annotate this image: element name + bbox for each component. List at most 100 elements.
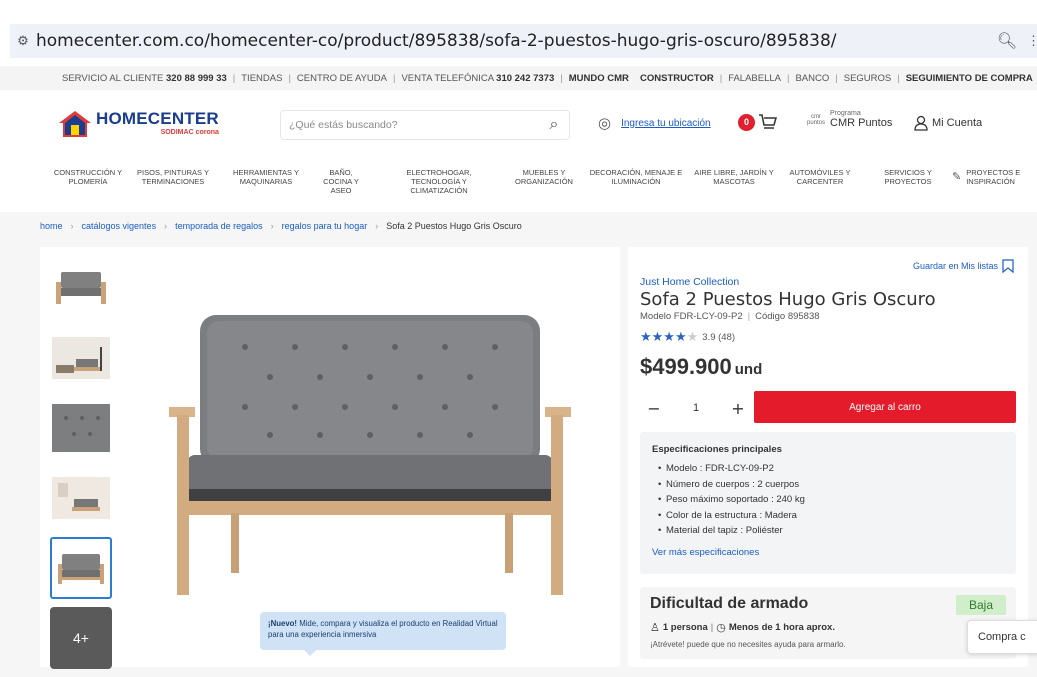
cart-count-badge: 0 <box>738 113 755 131</box>
location-pin-icon: ◎ <box>598 115 612 132</box>
specs-list: Modelo : FDR-LCY-09-P2 Número de cuerpos… <box>652 461 1004 539</box>
help-center-link[interactable]: CENTRO DE AYUDA <box>297 73 387 84</box>
spec-item: Modelo : FDR-LCY-09-P2 <box>658 461 1004 477</box>
category-automoviles[interactable]: AUTOMÓVILES Y CARCENTER <box>780 168 860 186</box>
divider: | <box>787 72 790 84</box>
category-pisos[interactable]: PISOS, PINTURAS Y TERMINACIONES <box>134 168 212 186</box>
cmr-puntos-icon: cmr puntos <box>806 113 825 126</box>
quantity-value[interactable]: 1 <box>693 402 699 414</box>
assembly-heading: Dificultad de armado <box>650 595 809 612</box>
assembly-difficulty: Dificultad de armado Baja ♙ 1 persona | … <box>640 587 1016 659</box>
thumbnail-2[interactable] <box>50 327 112 389</box>
house-logo-icon <box>59 111 91 137</box>
category-electrohogar[interactable]: ELECTROHOGAR, TECNOLOGÍA Y CLIMATIZACIÓN <box>404 168 474 195</box>
seguros-link[interactable]: SEGUROS <box>844 73 892 84</box>
thumbnail-1[interactable] <box>50 257 112 319</box>
category-construccion[interactable]: CONSTRUCCIÓN Y PLOMERÍA <box>50 168 126 186</box>
ar-banner-strong: ¡Nuevo! <box>268 619 298 628</box>
ar-banner[interactable]: ¡Nuevo! Mide, compara y visualiza el pro… <box>260 612 506 656</box>
mundo-cmr-link[interactable]: MUNDO CMR <box>569 73 629 84</box>
program-label: Programa <box>830 110 861 117</box>
add-to-cart-button[interactable]: Agregar al carro <box>754 391 1016 423</box>
divider: | <box>710 622 714 633</box>
spec-item: Color de la estructura : Madera <box>658 508 1004 524</box>
category-muebles[interactable]: MUEBLES Y ORGANIZACIÓN <box>508 168 580 186</box>
chevron-right-icon: › <box>270 221 274 231</box>
cmr-points-text: Programa CMR Puntos <box>830 110 892 129</box>
customer-service-link[interactable]: SERVICIO AL CLIENTE 320 88 999 33 <box>62 73 227 84</box>
product-price: $499.900 und <box>640 354 762 380</box>
thumbnail-4[interactable] <box>50 467 112 529</box>
zoom-icon[interactable]: 🔍︎ <box>987 31 1027 51</box>
sofa-front-thumbnail-image <box>58 554 104 584</box>
category-proyectos-label: PROYECTOS E INSPIRACIÓN <box>966 168 1021 186</box>
quantity-decrease-button[interactable]: − <box>640 394 668 422</box>
product-info-panel: Guardar en Mis listas Just Home Collecti… <box>628 247 1028 667</box>
brand-link[interactable]: Just Home Collection <box>640 276 739 288</box>
product-gallery: 4+ ¡Nuevo! Mide, compara y visualiza el … <box>40 247 620 669</box>
location-selector[interactable]: ◎ Ingresa tu ubicación <box>598 114 711 132</box>
constructor-link[interactable]: CONSTRUCTOR <box>640 73 714 84</box>
assembly-note: ¡Atrévete! puede que no necesites ayuda … <box>650 640 846 649</box>
thumbnail-5-selected[interactable] <box>50 537 112 599</box>
cart-icon <box>759 114 777 129</box>
category-aire-libre[interactable]: AIRE LIBRE, JARDÍN Y MASCOTAS <box>694 168 774 186</box>
save-to-list-button[interactable]: Guardar en Mis listas <box>913 259 1014 273</box>
cmr-points-link[interactable]: cmr puntos Programa CMR Puntos <box>806 110 892 129</box>
location-link[interactable]: Ingresa tu ubicación <box>621 118 711 129</box>
banco-link[interactable]: BANCO <box>795 73 829 84</box>
category-servicios[interactable]: SERVICIOS Y PROYECTOS <box>880 168 936 186</box>
category-proyectos[interactable]: ✎ PROYECTOS E INSPIRACIÓN <box>952 168 1036 186</box>
main-specs: Especificaciones principales Modelo : FD… <box>640 432 1016 574</box>
category-herramientas[interactable]: HERRAMIENTAS Y MAQUINARIAS <box>228 168 304 186</box>
rating-value: 3.9 <box>702 331 716 343</box>
thumbnail-3[interactable] <box>50 397 112 459</box>
user-icon <box>914 115 928 131</box>
more-specs-link[interactable]: Ver más especificaciones <box>652 547 1004 558</box>
spec-item: Material del tapiz : Poliéster <box>658 523 1004 539</box>
search-input[interactable] <box>281 119 539 131</box>
logo-subtitle: SODIMAC corona <box>160 129 219 136</box>
browser-url-bar[interactable]: ⚙ homecenter.com.co/homecenter-co/produc… <box>10 24 1037 58</box>
breadcrumb-temporada[interactable]: temporada de regalos <box>175 221 263 231</box>
specs-heading: Especificaciones principales <box>652 444 782 455</box>
compare-floating-button[interactable]: Compra c <box>967 620 1037 654</box>
order-tracking-link[interactable]: SEGUIMIENTO DE COMPRA <box>906 73 1033 84</box>
category-bano[interactable]: BAÑO, COCINA Y ASEO <box>318 168 364 195</box>
bookmark-icon <box>1002 259 1014 273</box>
phone-sales-number: 310 242 7373 <box>496 72 555 84</box>
cart-button[interactable]: 0 <box>738 113 778 131</box>
assembly-people: 1 persona <box>662 622 708 633</box>
url-text[interactable]: homecenter.com.co/homecenter-co/product/… <box>36 31 987 51</box>
category-decoracion[interactable]: DECORACIÓN, MENAJE E ILUMINACIÓN <box>588 168 684 186</box>
divider: | <box>719 72 723 84</box>
falabella-link[interactable]: FALABELLA <box>728 73 781 84</box>
divider: | <box>897 72 900 84</box>
phone-sales-link[interactable]: VENTA TELEFÓNICA 310 242 7373 <box>401 73 554 84</box>
homecenter-logo[interactable]: HOMECENTER SODIMAC corona <box>58 110 219 138</box>
site-info-icon[interactable]: ⚙ <box>10 33 36 49</box>
breadcrumb: home › catálogos vigentes › temporada de… <box>40 221 522 231</box>
spec-item: Número de cuerpos : 2 cuerpos <box>658 477 1004 493</box>
rating-summary[interactable]: ★★★★★ 3.9 (48) <box>640 329 735 345</box>
breadcrumb-regalos-hogar[interactable]: regalos para tu hogar <box>282 221 368 231</box>
account-button[interactable]: Mi Cuenta <box>914 115 982 131</box>
breadcrumb-catalogos[interactable]: catálogos vigentes <box>82 221 157 231</box>
sofa-main-image[interactable] <box>165 307 585 607</box>
program-name: CMR Puntos <box>830 117 893 129</box>
chevron-right-icon: › <box>164 221 168 231</box>
product-codes: Modelo FDR-LCY-09-P2 | Código 895838 <box>640 311 820 322</box>
sofa-thumbnail-image <box>56 272 106 304</box>
more-images-button[interactable]: 4+ <box>50 607 112 669</box>
search-icon[interactable]: ⌕ <box>539 116 569 134</box>
stores-link[interactable]: TIENDAS <box>241 73 282 84</box>
person-icon: ♙ <box>650 622 660 634</box>
product-title: Sofa 2 Puestos Hugo Gris Oscuro <box>640 289 936 310</box>
service-links-left: SERVICIO AL CLIENTE 320 88 999 33 | TIEN… <box>62 73 629 84</box>
quantity-increase-button[interactable]: + <box>724 394 752 422</box>
toolbar-overflow-icon[interactable]: ⋮ <box>1027 33 1037 49</box>
divider: | <box>288 72 291 84</box>
search-box[interactable]: ⌕ <box>280 110 570 140</box>
category-nav: CONSTRUCCIÓN Y PLOMERÍA PISOS, PINTURAS … <box>0 168 1037 204</box>
breadcrumb-home[interactable]: home <box>40 221 63 231</box>
